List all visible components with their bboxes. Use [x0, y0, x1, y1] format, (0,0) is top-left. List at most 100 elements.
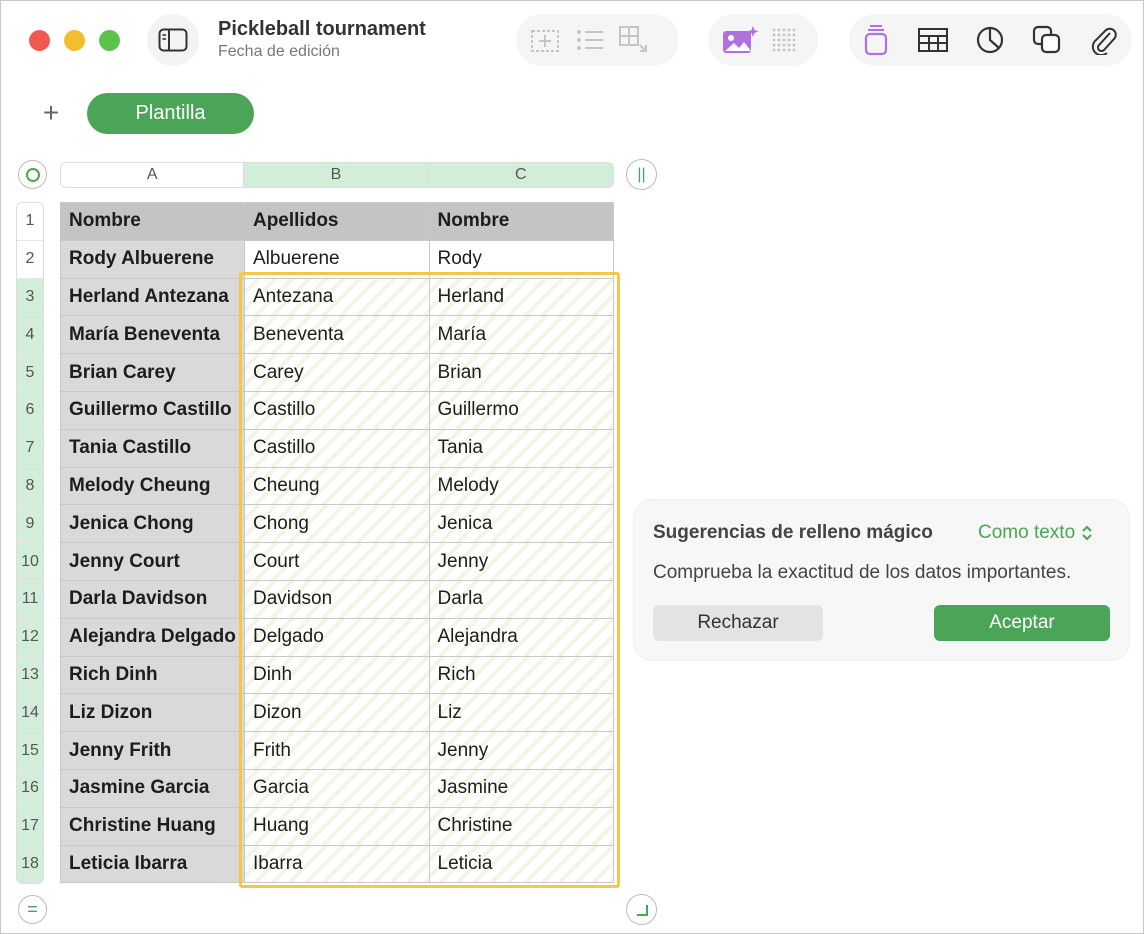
- name-cell[interactable]: Christine Huang: [60, 806, 245, 846]
- row-header[interactable]: 9: [17, 505, 43, 544]
- surname-cell[interactable]: Huang: [243, 806, 430, 846]
- firstname-cell[interactable]: Liz: [428, 693, 614, 733]
- name-cell[interactable]: María Beneventa: [60, 315, 245, 355]
- sheet-tab-plantilla[interactable]: Plantilla: [87, 93, 254, 134]
- firstname-cell[interactable]: Nombre: [428, 202, 614, 241]
- firstname-cell[interactable]: Jenny: [428, 731, 614, 770]
- name-cell[interactable]: Jenny Court: [60, 542, 245, 581]
- firstname-cell[interactable]: Leticia: [428, 844, 614, 884]
- row-header[interactable]: 17: [17, 807, 43, 846]
- surname-cell[interactable]: Davidson: [243, 579, 430, 619]
- table-select-handle[interactable]: [18, 160, 47, 189]
- name-cell[interactable]: Darla Davidson: [60, 579, 245, 619]
- surname-cell[interactable]: Albuerene: [243, 239, 430, 279]
- add-row-handle[interactable]: =: [18, 895, 47, 924]
- document-button[interactable]: [854, 18, 898, 62]
- name-cell[interactable]: Jenica Chong: [60, 504, 245, 544]
- name-cell[interactable]: Tania Castillo: [60, 428, 245, 468]
- name-cell[interactable]: Rich Dinh: [60, 655, 245, 695]
- chart-button[interactable]: [968, 18, 1012, 62]
- name-cell[interactable]: Melody Cheung: [60, 466, 245, 506]
- zoom-window-button[interactable]: [99, 30, 120, 51]
- insert-image-magic-button[interactable]: [718, 18, 762, 62]
- surname-cell[interactable]: Antezana: [243, 277, 430, 317]
- row-header[interactable]: 4: [17, 316, 43, 355]
- dots-grid-button[interactable]: [762, 18, 806, 62]
- firstname-cell[interactable]: María: [428, 315, 614, 355]
- reject-button[interactable]: Rechazar: [653, 605, 823, 641]
- toolbar-media-group: [708, 14, 818, 66]
- row-header[interactable]: 18: [17, 845, 43, 884]
- column-header-c[interactable]: C: [428, 163, 613, 187]
- shapes-button[interactable]: [1025, 18, 1069, 62]
- row-header[interactable]: 5: [17, 354, 43, 392]
- firstname-cell[interactable]: Jenny: [428, 542, 614, 581]
- surname-cell[interactable]: Garcia: [243, 768, 430, 808]
- surname-cell[interactable]: Dinh: [243, 655, 430, 695]
- surname-cell[interactable]: Dizon: [243, 693, 430, 733]
- list-button[interactable]: [568, 18, 612, 62]
- resize-table-handle[interactable]: [626, 894, 657, 925]
- row-header[interactable]: 14: [17, 694, 43, 733]
- table-button[interactable]: [911, 18, 955, 62]
- accept-button[interactable]: Aceptar: [934, 605, 1110, 641]
- firstname-cell[interactable]: Jasmine: [428, 768, 614, 808]
- close-window-button[interactable]: [29, 30, 50, 51]
- add-sheet-button[interactable]: +: [37, 99, 65, 127]
- surname-cell[interactable]: Chong: [243, 504, 430, 544]
- row-header[interactable]: 3: [17, 278, 43, 317]
- name-cell[interactable]: Brian Carey: [60, 353, 245, 392]
- firstname-cell[interactable]: Brian: [428, 353, 614, 392]
- name-cell[interactable]: Leticia Ibarra: [60, 844, 245, 884]
- name-cell[interactable]: Jenny Frith: [60, 731, 245, 770]
- row-header[interactable]: 10: [17, 543, 43, 581]
- column-header-b[interactable]: B: [244, 163, 429, 187]
- document-title[interactable]: Pickleball tournament: [218, 18, 426, 41]
- firstname-cell[interactable]: Tania: [428, 428, 614, 468]
- firstname-cell[interactable]: Rody: [428, 239, 614, 279]
- row-header[interactable]: 11: [17, 580, 43, 619]
- surname-cell[interactable]: Carey: [243, 353, 430, 392]
- row-header[interactable]: 7: [17, 429, 43, 468]
- firstname-cell[interactable]: Rich: [428, 655, 614, 695]
- surname-cell[interactable]: Court: [243, 542, 430, 581]
- row-header[interactable]: 1: [17, 203, 43, 241]
- row-header[interactable]: 8: [17, 467, 43, 506]
- surname-cell[interactable]: Delgado: [243, 617, 430, 657]
- surname-cell[interactable]: Frith: [243, 731, 430, 770]
- insert-text-box-button[interactable]: [524, 18, 568, 62]
- surname-cell[interactable]: Beneventa: [243, 315, 430, 355]
- firstname-cell[interactable]: Herland: [428, 277, 614, 317]
- surname-cell[interactable]: Cheung: [243, 466, 430, 506]
- row-header[interactable]: 13: [17, 656, 43, 695]
- sidebar-toggle-button[interactable]: [147, 14, 199, 66]
- row-header[interactable]: 2: [17, 240, 43, 279]
- firstname-cell[interactable]: Darla: [428, 579, 614, 619]
- row-header[interactable]: 6: [17, 391, 43, 430]
- firstname-cell[interactable]: Guillermo: [428, 390, 614, 430]
- surname-cell[interactable]: Castillo: [243, 390, 430, 430]
- surname-cell[interactable]: Apellidos: [243, 202, 430, 241]
- firstname-cell[interactable]: Christine: [428, 806, 614, 846]
- name-cell[interactable]: Nombre: [60, 202, 245, 241]
- name-cell[interactable]: Guillermo Castillo: [60, 390, 245, 430]
- row-header[interactable]: 15: [17, 732, 43, 770]
- fill-mode-selector[interactable]: Como texto: [978, 522, 1093, 544]
- firstname-cell[interactable]: Jenica: [428, 504, 614, 544]
- name-cell[interactable]: Herland Antezana: [60, 277, 245, 317]
- firstname-cell[interactable]: Alejandra: [428, 617, 614, 657]
- column-header-a[interactable]: A: [61, 163, 245, 187]
- name-cell[interactable]: Alejandra Delgado: [60, 617, 245, 657]
- name-cell[interactable]: Liz Dizon: [60, 693, 245, 733]
- name-cell[interactable]: Rody Albuerene: [60, 239, 245, 279]
- add-table-button[interactable]: [612, 18, 656, 62]
- attachment-button[interactable]: [1082, 18, 1126, 62]
- minimize-window-button[interactable]: [64, 30, 85, 51]
- surname-cell[interactable]: Castillo: [243, 428, 430, 468]
- add-column-handle[interactable]: ||: [626, 159, 657, 190]
- row-header[interactable]: 16: [17, 769, 43, 808]
- row-header[interactable]: 12: [17, 618, 43, 657]
- surname-cell[interactable]: Ibarra: [243, 844, 430, 884]
- firstname-cell[interactable]: Melody: [428, 466, 614, 506]
- name-cell[interactable]: Jasmine Garcia: [60, 768, 245, 808]
